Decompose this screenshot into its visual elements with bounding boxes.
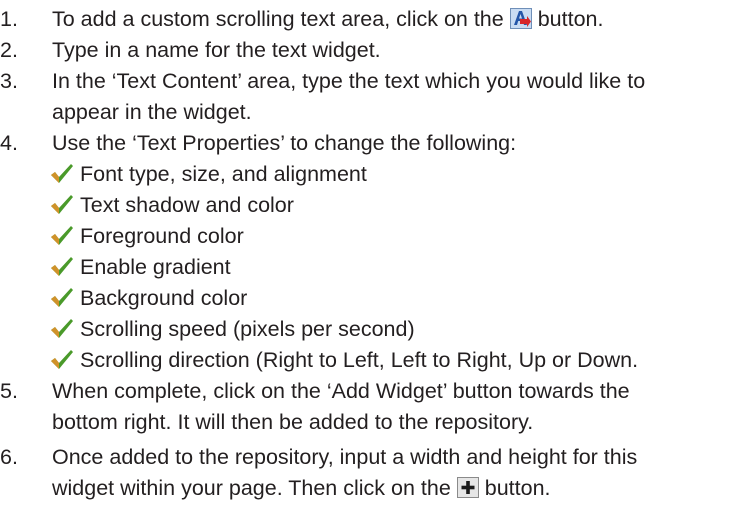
- step-text: appear in the widget.: [52, 100, 252, 124]
- step-number: 2.: [0, 38, 18, 62]
- add-text-widget-icon: [509, 7, 532, 29]
- plus-icon: [456, 476, 479, 498]
- checkmark-icon: [50, 287, 74, 309]
- step-text: widget within your page. Then click on t…: [52, 476, 451, 500]
- step-text: bottom right. It will then be added to t…: [52, 410, 534, 434]
- bullet-text: Scrolling speed (pixels per second): [80, 317, 415, 341]
- step-text: Type in a name for the text widget.: [52, 38, 381, 62]
- bullet-text: Foreground color: [80, 224, 244, 248]
- step-text: Use the ‘Text Properties’ to change the …: [52, 131, 517, 155]
- step-number: 4.: [0, 131, 18, 155]
- step-text: Once added to the repository, input a wi…: [52, 445, 638, 469]
- step-text: In the ‘Text Content’ area, type the tex…: [52, 69, 646, 93]
- step-number: 3.: [0, 69, 18, 93]
- checkmark-icon: [50, 194, 74, 216]
- checkmark-icon: [50, 256, 74, 278]
- bullet-text: Scrolling direction (Right to Left, Left…: [80, 348, 639, 372]
- step-text: To add a custom scrolling text area, cli…: [52, 7, 504, 31]
- step-number: 6.: [0, 445, 18, 469]
- checkmark-icon: [50, 163, 74, 185]
- bullet-text: Font type, size, and alignment: [80, 162, 367, 186]
- step-number: 1.: [0, 7, 18, 31]
- checkmark-icon: [50, 349, 74, 371]
- bullet-text: Enable gradient: [80, 255, 231, 279]
- step-number: 5.: [0, 379, 18, 403]
- step-text-end: button.: [537, 7, 604, 31]
- checkmark-icon: [50, 225, 74, 247]
- checkmark-icon: [50, 318, 74, 340]
- bullet-text: Text shadow and color: [80, 193, 294, 217]
- step-text-end: button.: [484, 476, 551, 500]
- bullet-text: Background color: [80, 286, 248, 310]
- step-text: When complete, click on the ‘Add Widget’…: [52, 379, 630, 403]
- instructions-document: 1. To add a custom scrolling text area, …: [0, 0, 739, 510]
